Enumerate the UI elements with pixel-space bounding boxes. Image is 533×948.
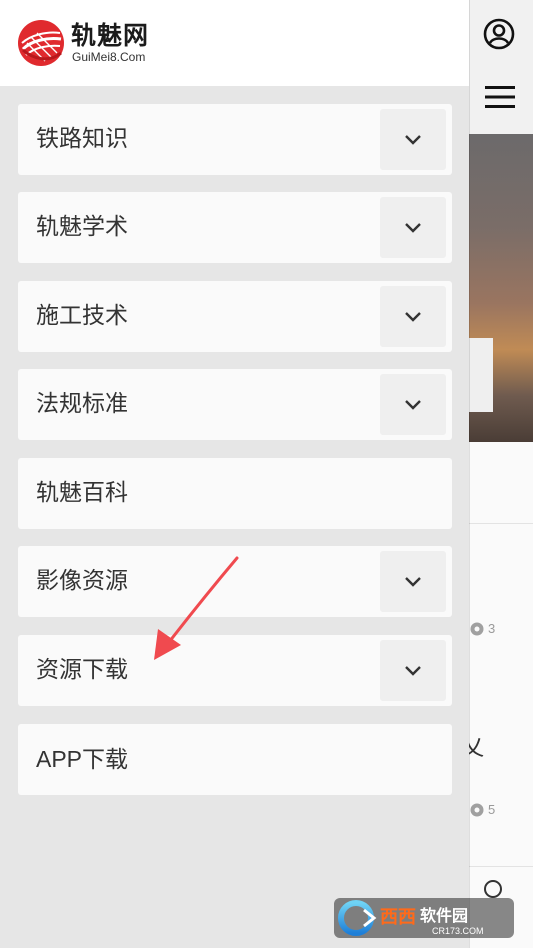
chevron-down-icon xyxy=(405,222,421,233)
nav-item-media[interactable]: 影像资源 xyxy=(18,546,452,617)
drawer-header: 轨魅网 GuiMei8.Com xyxy=(0,0,469,86)
logo-domain: GuiMei8.Com xyxy=(72,50,146,64)
eye-icon xyxy=(470,622,484,635)
logo-mark-icon xyxy=(18,20,64,66)
logo-name: 轨魅网 xyxy=(71,21,150,50)
divider xyxy=(469,523,533,524)
user-icon[interactable] xyxy=(483,18,515,50)
logo-text: 轨魅网 GuiMei8.Com xyxy=(71,21,150,65)
view-count-value: 5 xyxy=(488,802,496,817)
expand-toggle[interactable] xyxy=(380,374,446,435)
chevron-down-icon xyxy=(405,134,421,145)
view-count-value: 3 xyxy=(488,621,496,636)
nav-item-label: 资源下载 xyxy=(36,657,128,683)
nav-item-label: 影像资源 xyxy=(36,568,128,594)
view-count: 5 xyxy=(470,802,495,817)
nav-item-academic[interactable]: 轨魅学术 xyxy=(18,192,452,263)
expand-toggle[interactable] xyxy=(380,197,446,258)
watermark-brand-text: 软件园 xyxy=(420,906,468,925)
nav-item-label: 施工技术 xyxy=(36,303,128,329)
expand-toggle[interactable] xyxy=(380,286,446,347)
view-count: 3 xyxy=(470,621,495,636)
hamburger-menu-icon[interactable] xyxy=(485,84,515,110)
watermark-site-text: CR173.COM xyxy=(432,926,484,936)
nav-item-label: 铁路知识 xyxy=(36,126,128,152)
nav-item-label: APP下载 xyxy=(36,746,129,772)
hero-caption-box xyxy=(469,338,493,412)
chevron-down-icon xyxy=(405,311,421,322)
expand-toggle[interactable] xyxy=(380,640,446,701)
nav-item-encyclopedia[interactable]: 轨魅百科 xyxy=(18,458,452,529)
nav-item-railway-knowledge[interactable]: 铁路知识 xyxy=(18,104,452,175)
nav-item-downloads[interactable]: 资源下载 xyxy=(18,635,452,706)
navigation-drawer: 轨魅网 GuiMei8.Com 铁路知识 轨魅学术 施工技术 法规标准 轨魅百科… xyxy=(0,0,469,948)
eye-icon xyxy=(470,803,484,816)
chevron-down-icon xyxy=(405,576,421,587)
chevron-down-icon xyxy=(405,399,421,410)
nav-item-regulations[interactable]: 法规标准 xyxy=(18,369,452,440)
divider xyxy=(469,866,533,867)
nav-item-construction[interactable]: 施工技术 xyxy=(18,281,452,352)
site-logo[interactable]: 轨魅网 GuiMei8.Com xyxy=(17,19,149,67)
nav-item-label: 轨魅百科 xyxy=(36,480,128,506)
nav-item-app-download[interactable]: APP下载 xyxy=(18,724,452,795)
nav-item-label: 轨魅学术 xyxy=(36,214,128,240)
chevron-down-icon xyxy=(405,665,421,676)
expand-toggle[interactable] xyxy=(380,109,446,170)
expand-toggle[interactable] xyxy=(380,551,446,612)
watermark-graphic: 西西 软件园 CR173.COM xyxy=(334,898,514,938)
svg-text:西西: 西西 xyxy=(380,907,416,928)
watermark-logo: 西西 软件园 CR173.COM xyxy=(334,896,514,940)
nav-item-label: 法规标准 xyxy=(36,391,128,417)
